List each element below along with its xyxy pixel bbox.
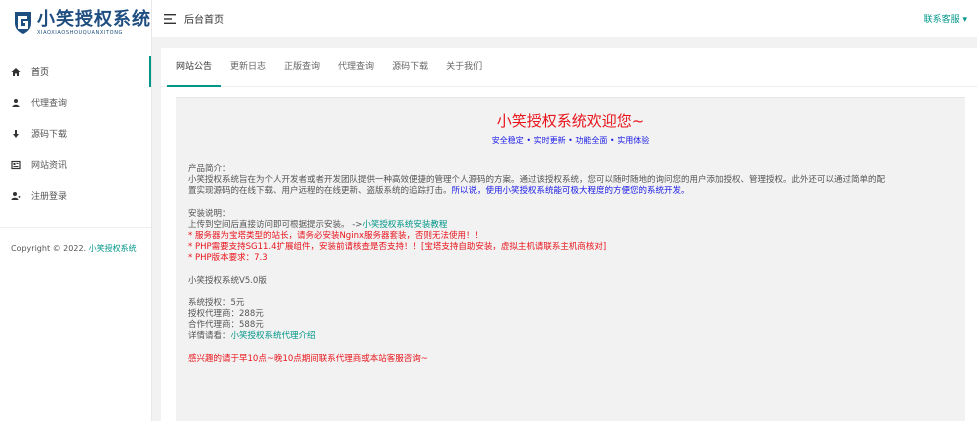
sidebar-item-label: 注册登录 [31, 192, 68, 202]
main-content: 网站公告 更新日志 正版查询 代理查询 源码下载 关于我们 小笑授权系统欢迎您~… [161, 48, 977, 421]
slogan: 安全稳定 • 实时更新 • 功能全面 • 实用体验 [491, 136, 650, 145]
install-warning: * PHP版本要求：7.3 [188, 253, 268, 264]
price-line: 授权代理商：288元 [188, 309, 264, 320]
contact-note: 感兴趣的请于早10点~晚10点期间联系代理商或本站客服咨询~ [188, 353, 428, 364]
top-header: 后台首页 联系客服 ▾ [152, 0, 977, 37]
page-title: 后台首页 [184, 15, 224, 26]
sidebar-item-label: 网站资讯 [31, 161, 68, 171]
tab-agent-query[interactable]: 代理查询 [329, 48, 383, 87]
intro-highlight: 所以说，使用小笑授权系统能可极大程度的方便您的系统开发。 [451, 186, 690, 197]
copyright-link[interactable]: 小笑授权系统 [89, 244, 137, 253]
sidebar-item-register-login[interactable]: 注册登录 [0, 180, 151, 211]
install-warning: * 服务器为宝塔类型的站长，请务必安装Nginx服务器套装，否则无法使用！！ [188, 231, 483, 242]
install-title: 安装说明： [188, 208, 231, 219]
tab-about[interactable]: 关于我们 [437, 48, 491, 87]
tab-bar: 网站公告 更新日志 正版查询 代理查询 源码下载 关于我们 [161, 48, 977, 87]
detail-line: 详情请看：小笑授权系统代理介绍 [188, 331, 953, 342]
contact-service-dropdown[interactable]: 联系客服 ▾ [924, 12, 967, 25]
brand-subtitle: XIAOXIAOSHOUQUANXITONG [37, 30, 124, 36]
version-text: 小笑授权系统V5.0版 [188, 275, 267, 286]
copyright-text: Copyright © 2022. [11, 244, 89, 253]
install-tutorial-link[interactable]: 小笑授权系统安装教程 [362, 220, 447, 230]
menu-toggle-icon[interactable] [164, 13, 176, 25]
news-icon [11, 160, 21, 170]
tab-license-check[interactable]: 正版查询 [275, 48, 329, 87]
detail-label: 详情请看： [188, 331, 231, 342]
welcome-heading: 小笑授权系统欢迎您~ [496, 112, 645, 130]
install-line: 上传到空间后直接访问即可根据提示安装。 ->小笑授权系统安装教程 [188, 220, 953, 231]
user-add-icon [11, 191, 21, 201]
home-icon [11, 67, 21, 77]
install-text: 上传到空间后直接访问即可根据提示安装。 -> [188, 219, 363, 230]
sidebar-item-label: 首页 [31, 68, 50, 78]
agent-intro-link[interactable]: 小笑授权系统代理介绍 [231, 331, 316, 341]
price-line: 合作代理商：588元 [188, 320, 264, 331]
intro-line: 置实现源码的在线下载、用户远程的在线更新、盗版系统的追踪打击。所以说，使用小笑授… [188, 186, 953, 197]
download-icon [11, 129, 21, 139]
sidebar-item-news[interactable]: 网站资讯 [0, 149, 151, 180]
brand-title: 小笑授权系统 [37, 9, 151, 30]
user-icon [11, 98, 21, 108]
announcement-body: 产品简介： 小笑授权系统旨在为个人开发者或者开发团队提供一种高效便捷的管理个人源… [176, 164, 965, 365]
install-warning: * PHP需要支持SG11.4扩展组件，安装前请核查是否支持！！[宝塔支持自助安… [188, 242, 607, 253]
tab-announcement[interactable]: 网站公告 [167, 48, 222, 87]
sidebar-item-agent-query[interactable]: 代理查询 [0, 87, 151, 118]
sidebar-divider [0, 227, 151, 228]
logo[interactable]: 小笑授权系统 XIAOXIAOSHOUQUANXITONG [0, 0, 151, 46]
intro-title: 产品简介： [188, 164, 231, 174]
announcement-panel: 小笑授权系统欢迎您~ 安全稳定 • 实时更新 • 功能全面 • 实用体验 产品简… [176, 97, 965, 421]
intro-line: 小笑授权系统旨在为个人开发者或者开发团队提供一种高效便捷的管理个人源码的方案。通… [188, 175, 886, 186]
sidebar-item-download[interactable]: 源码下载 [0, 118, 151, 149]
logo-icon [13, 11, 33, 35]
sidebar-item-label: 代理查询 [31, 99, 68, 109]
price-line: 系统授权：5元 [188, 297, 245, 308]
tab-changelog[interactable]: 更新日志 [221, 48, 275, 87]
sidebar: 小笑授权系统 XIAOXIAOSHOUQUANXITONG 首页 代理查询 源码… [0, 0, 152, 421]
sidebar-item-label: 源码下载 [31, 130, 68, 140]
copyright: Copyright © 2022. 小笑授权系统 [0, 242, 151, 255]
sidebar-item-home[interactable]: 首页 [0, 56, 151, 87]
intro-text: 置实现源码的在线下载、用户远程的在线更新、盗版系统的追踪打击。 [188, 186, 452, 197]
tab-source-download[interactable]: 源码下载 [383, 48, 437, 87]
sidebar-menu: 首页 代理查询 源码下载 网站资讯 注册登录 [0, 56, 151, 211]
